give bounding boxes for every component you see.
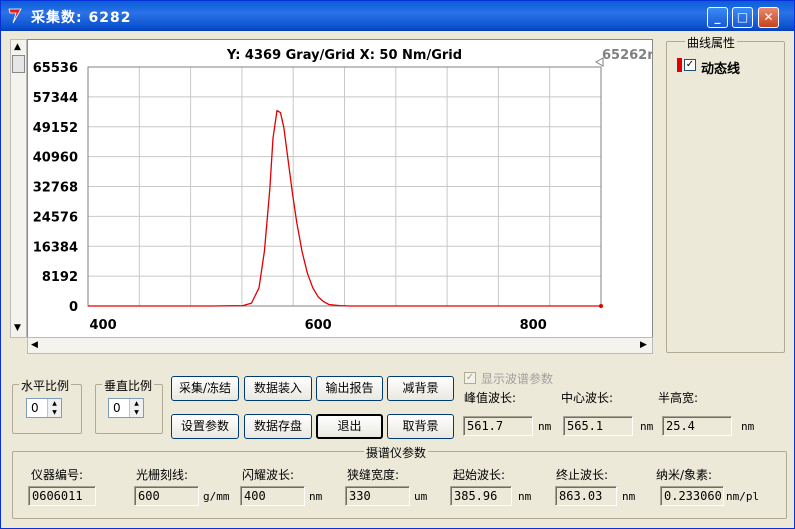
y-tick-label: 8192 <box>42 270 78 285</box>
v-scale-group: 垂直比例 0 ▲ ▼ <box>95 377 163 434</box>
horizontal-scrollbar[interactable]: ◀ ▶ <box>27 337 653 354</box>
h-scale-value: 0 <box>31 401 39 415</box>
x-tick-label: 600 <box>305 318 332 333</box>
y-tick-label: 40960 <box>33 151 78 166</box>
y-tick-label: 32768 <box>33 181 78 196</box>
series-end-point <box>599 304 603 308</box>
y-tick-label: 16384 <box>33 240 78 255</box>
curve-label: 动态线 <box>701 62 741 77</box>
save-data-button[interactable]: 数据存盘 <box>244 414 312 439</box>
vertical-scroll-thumb[interactable] <box>12 55 25 73</box>
title-bar[interactable]: 采集数: 6282 _ □ ✕ <box>1 1 794 31</box>
curve-properties-title: 曲线属性 <box>685 34 738 51</box>
scroll-right-icon[interactable]: ▶ <box>640 340 647 350</box>
spin-up-icon[interactable]: ▲ <box>130 399 143 408</box>
curve-color-swatch <box>677 58 682 72</box>
output-report-button[interactable]: 输出报告 <box>316 376 383 401</box>
start-wavelength-unit: nm <box>518 490 532 503</box>
center-wavelength-field: 565.1 <box>563 416 633 436</box>
nm-per-pixel-field: 0.233060 <box>660 486 724 506</box>
exit-button[interactable]: 退出 <box>316 414 383 439</box>
x-tick-label: 400 <box>90 318 117 333</box>
nm-per-pixel-label: 纳米/象素: <box>656 468 713 482</box>
end-wavelength-field: 863.03 <box>555 486 617 506</box>
device-id-field: 0606011 <box>28 486 96 506</box>
scroll-left-icon[interactable]: ◀ <box>31 340 38 350</box>
app-icon <box>8 8 22 24</box>
curve-properties-group: 曲线属性 ✓ 动态线 <box>666 34 785 353</box>
end-wavelength-unit: nm <box>622 490 636 503</box>
spin-up-icon[interactable]: ▲ <box>48 399 61 408</box>
load-data-button[interactable]: 数据装入 <box>244 376 312 401</box>
center-wavelength-unit: nm <box>640 420 654 433</box>
device-id-label: 仪器编号: <box>31 468 84 482</box>
peak-wavelength-unit: nm <box>538 420 552 433</box>
center-wavelength-label: 中心波长: <box>561 391 614 405</box>
scroll-up-icon[interactable]: ▲ <box>14 42 21 52</box>
maximize-button[interactable]: □ <box>732 7 753 28</box>
blaze-wavelength-label: 闪耀波长: <box>242 468 295 482</box>
spectrograph-params-title: 摄谱仪参数 <box>364 444 429 461</box>
h-scale-title: 水平比例 <box>19 377 72 394</box>
v-scale-value: 0 <box>113 401 121 415</box>
peak-wavelength-field: 561.7 <box>463 416 533 436</box>
v-scale-spinner[interactable]: 0 ▲ ▼ <box>108 398 144 418</box>
y-tick-label: 49152 <box>33 121 78 136</box>
y-tick-label: 24576 <box>33 210 78 225</box>
corner-label: 65262nm <box>602 48 652 63</box>
blaze-wavelength-field: 400 <box>240 486 305 506</box>
y-tick-label: 57344 <box>33 91 78 106</box>
start-wavelength-field: 385.96 <box>450 486 512 506</box>
show-params-label: 显示波谱参数 <box>481 372 554 386</box>
slit-width-unit: um <box>414 490 428 503</box>
peak-wavelength-label: 峰值波长: <box>464 391 517 405</box>
end-wavelength-label: 终止波长: <box>556 468 609 482</box>
close-button[interactable]: ✕ <box>758 7 779 28</box>
settings-button[interactable]: 设置参数 <box>171 414 239 439</box>
chart-title: Y: 4369 Gray/Grid X: 50 Nm/Grid <box>226 48 462 63</box>
grating-field: 600 <box>134 486 199 506</box>
nm-per-pixel-unit: nm/pl <box>726 490 760 503</box>
spectrum-chart: 65536 57344 49152 40960 32768 24576 16384 8192 0… <box>33 48 670 333</box>
spin-down-icon[interactable]: ▼ <box>130 408 143 417</box>
half-width-label: 半高宽: <box>658 391 699 405</box>
half-width-field: 25.4 <box>662 416 732 436</box>
spectrograph-params-group: 摄谱仪参数 仪器编号: 0606011 光栅刻线: 600 g/mm 闪耀波长:… <box>12 444 787 519</box>
spectrum-plot[interactable]: 65536 57344 49152 40960 32768 24576 16384 8192 0… <box>27 39 670 339</box>
grating-unit: g/mm <box>203 490 230 503</box>
vertical-scrollbar[interactable]: ▲ ▼ <box>10 39 27 338</box>
blaze-wavelength-unit: nm <box>309 490 323 503</box>
spin-down-icon[interactable]: ▼ <box>48 408 61 417</box>
start-wavelength-label: 起始波长: <box>453 468 506 482</box>
window-title: 采集数: 6282 <box>31 10 132 26</box>
show-params-checkbox[interactable]: ✓ <box>464 372 476 384</box>
subtract-background-button[interactable]: 减背景 <box>387 376 454 401</box>
y-tick-label: 0 <box>69 300 78 315</box>
half-width-unit: nm <box>741 420 755 433</box>
collect-freeze-button[interactable]: 采集/冻结 <box>171 376 239 401</box>
grating-label: 光栅刻线: <box>136 468 189 482</box>
slit-width-field: 330 <box>345 486 410 506</box>
v-scale-title: 垂直比例 <box>102 377 155 394</box>
x-tick-label: 800 <box>520 318 547 333</box>
h-scale-group: 水平比例 0 ▲ ▼ <box>12 377 82 434</box>
main-window: 采集数: 6282 _ □ ✕ ▲ ▼ 65536 57344 49152 40960… <box>0 0 795 529</box>
slit-width-label: 狭缝宽度: <box>347 468 400 482</box>
get-background-button[interactable]: 取背景 <box>387 414 454 439</box>
h-scale-spinner[interactable]: 0 ▲ ▼ <box>26 398 62 418</box>
scroll-down-icon[interactable]: ▼ <box>14 323 21 333</box>
minimize-button[interactable]: _ <box>707 7 728 28</box>
y-tick-label: 65536 <box>33 61 78 76</box>
curve-visible-checkbox[interactable]: ✓ <box>684 59 696 71</box>
